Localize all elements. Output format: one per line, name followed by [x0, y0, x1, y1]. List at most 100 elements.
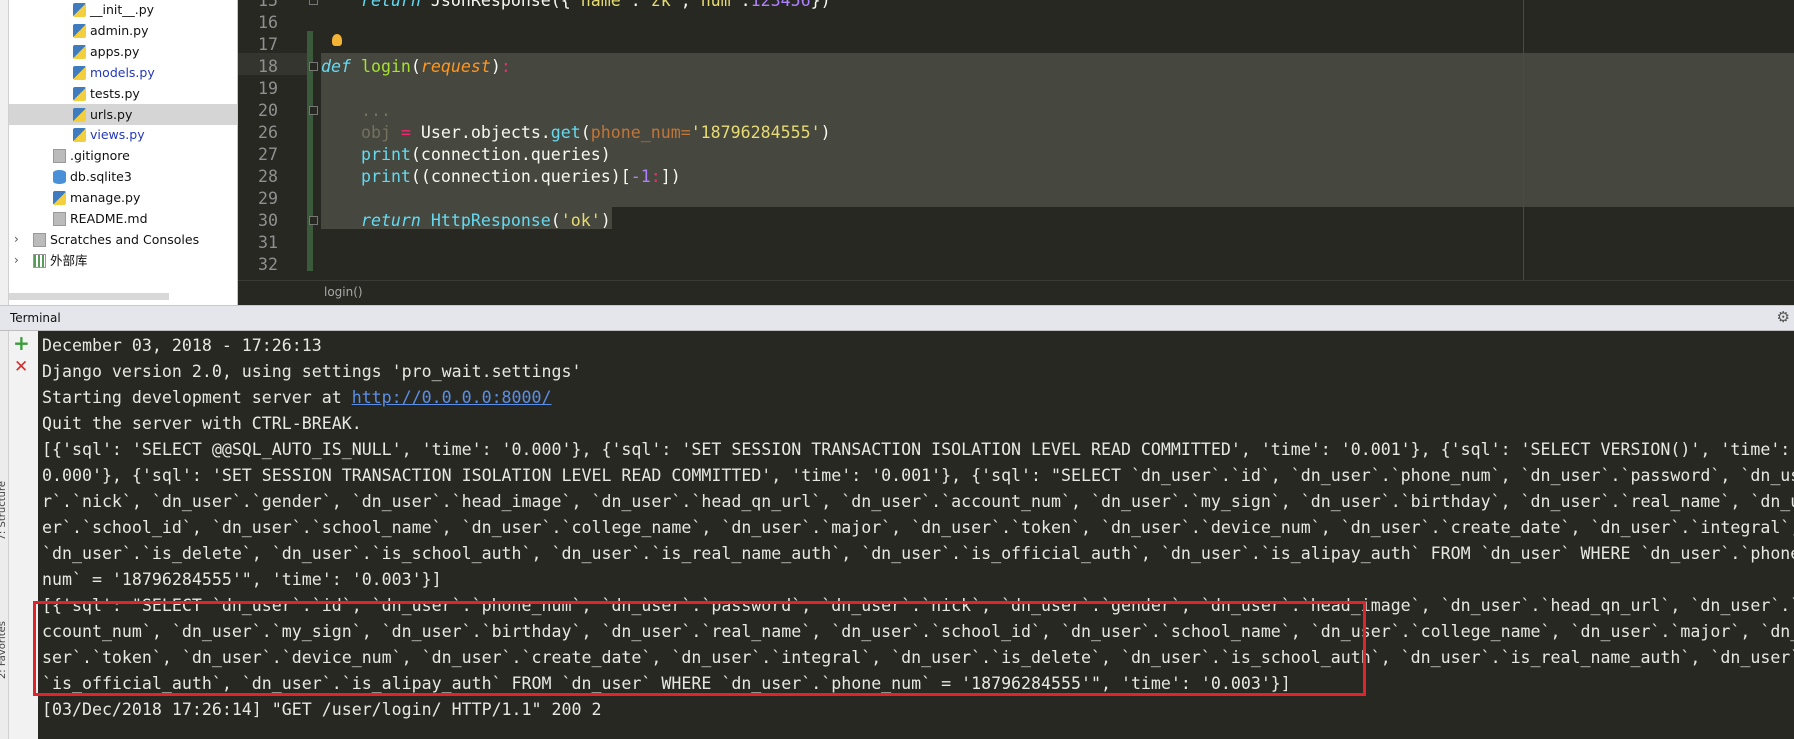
code-line[interactable]: 26 obj = User.objects.get(phone_num='187… [238, 122, 1794, 144]
code-token: request [420, 57, 491, 76]
code-token: ((connection.queries)[ [410, 167, 631, 186]
code-token: -1 [630, 167, 651, 186]
code-line[interactable]: 17 [238, 34, 1794, 56]
tree-item-label: urls.py [90, 106, 133, 122]
line-number: 20 [258, 101, 278, 120]
chevron-right-icon[interactable]: › [14, 250, 19, 271]
python-file-icon [73, 3, 86, 17]
terminal-line-text: er`.`school_id`, `dn_user`.`school_name`… [42, 518, 1794, 537]
scratches-icon [33, 232, 46, 247]
code-line[interactable]: 30 return HttpResponse('ok') [238, 210, 1794, 232]
terminal-line: [03/Dec/2018 17:26:14] "GET /user/login/… [42, 697, 601, 723]
code-token: HttpResponse [430, 211, 551, 230]
terminal-line-text: num` = '18796284555'", 'time': '0.003'}] [42, 570, 442, 589]
line-number: 27 [258, 145, 278, 164]
python-file-icon [53, 191, 66, 206]
tree-item[interactable]: › 外部库 [9, 250, 237, 271]
new-terminal-icon[interactable]: + [13, 331, 30, 355]
code-line[interactable]: 20 ... [238, 100, 1794, 122]
tree-item[interactable]: apps.py [9, 41, 237, 62]
code-token: 'ok' [560, 211, 601, 230]
fold-marker-icon[interactable] [309, 0, 318, 5]
fold-marker-icon[interactable] [309, 216, 318, 225]
code-line[interactable]: 16 [238, 12, 1794, 34]
terminal-header: Terminal ⚙ [0, 305, 1794, 331]
code-token: 'zk' [640, 0, 681, 10]
code-token: = [400, 123, 421, 142]
tool-window-strip [0, 0, 9, 305]
tree-item[interactable]: admin.py [9, 20, 237, 41]
line-number: 15 [258, 0, 278, 10]
tree-item-label: README.md [70, 211, 148, 226]
structure-tab[interactable]: 7: Structure [0, 481, 8, 540]
tree-item[interactable]: .gitignore [9, 145, 237, 166]
tree-item-label: admin.py [90, 22, 149, 38]
terminal-line-text: [{'sql': 'SELECT @@SQL_AUTO_IS_NULL', 't… [42, 440, 1794, 459]
gear-icon[interactable]: ⚙ [1777, 308, 1790, 326]
terminal-line: [{'sql': 'SELECT @@SQL_AUTO_IS_NULL', 't… [42, 437, 1794, 463]
terminal-line-text: [03/Dec/2018 17:26:14] "GET /user/login/… [42, 700, 602, 719]
tree-item[interactable]: tests.py [9, 83, 237, 104]
tree-item-label: __init__.py [90, 2, 155, 17]
breadcrumb-function[interactable]: login() [324, 285, 363, 299]
terminal-line-text: `dn_user`.`is_delete`, `dn_user`.`is_sch… [42, 544, 1794, 563]
tree-item[interactable]: urls.py [9, 103, 237, 125]
tree-horizontal-scrollbar[interactable] [9, 293, 169, 300]
tree-item-label: .gitignore [70, 148, 130, 164]
line-number: 28 [258, 167, 278, 186]
python-file-icon [73, 65, 86, 80]
code-token: }) [810, 0, 831, 10]
code-token: : [740, 0, 751, 10]
terminal-line: r`.`nick`, `dn_user`.`gender`, `dn_user`… [42, 489, 1794, 515]
python-file-icon [73, 128, 86, 143]
favorites-tab[interactable]: 2: Favorites [0, 621, 8, 679]
line-number: 16 [258, 13, 278, 32]
tree-item[interactable]: › Scratches and Consoles [9, 229, 237, 250]
code-line[interactable]: 31 [238, 232, 1794, 254]
code-token: 'num' [690, 0, 741, 10]
code-token: def [321, 57, 361, 76]
code-token: 'name' [570, 0, 631, 10]
code-token: ) [820, 123, 831, 142]
terminal-line-text: Quit the server with CTRL-BREAK. [42, 414, 362, 433]
code-line[interactable]: 32 [238, 254, 1794, 276]
code-token: get [550, 123, 581, 142]
tree-item[interactable]: views.py [9, 124, 237, 145]
code-editor[interactable]: 15 return JsonResponse({'name':'zk','num… [238, 0, 1794, 280]
line-number: 29 [258, 189, 278, 208]
code-token: : [650, 167, 661, 186]
code-token: ]) [660, 167, 681, 186]
server-link[interactable]: http://0.0.0.0:8000/ [352, 388, 552, 407]
code-line[interactable]: 29 [238, 188, 1794, 210]
code-token: '18796284555' [690, 123, 821, 142]
close-terminal-icon[interactable]: ✕ [14, 357, 28, 377]
tree-item-label: manage.py [70, 190, 141, 206]
fold-marker-icon[interactable] [309, 106, 318, 115]
line-number: 30 [258, 211, 278, 230]
editor-breadcrumb[interactable]: login() [238, 280, 1794, 305]
terminal-line: Quit the server with CTRL-BREAK. [42, 411, 362, 437]
python-file-icon [73, 107, 86, 122]
code-line[interactable]: 28 print((connection.queries)[-1:]) [238, 166, 1794, 188]
line-number: 18 [258, 57, 278, 76]
tree-item[interactable]: README.md [9, 208, 237, 229]
line-number: 19 [258, 79, 278, 98]
terminal-line: Starting development server at http://0.… [42, 385, 552, 411]
terminal-line: `dn_user`.`is_delete`, `dn_user`.`is_sch… [42, 541, 1794, 567]
code-line[interactable]: 19 [238, 78, 1794, 100]
code-line[interactable]: 27 print(connection.queries) [238, 144, 1794, 166]
tree-item[interactable]: manage.py [9, 187, 237, 208]
terminal-line-text: 0.000'}, {'sql': 'SET SESSION TRANSACTIO… [42, 466, 1794, 485]
tree-item[interactable]: db.sqlite3 [9, 166, 237, 187]
code-token: ... [321, 101, 391, 120]
tree-item[interactable]: __init__.py [9, 0, 237, 20]
code-line[interactable]: 18 def login(request): [238, 56, 1794, 78]
database-icon [53, 170, 66, 185]
code-token: obj [321, 123, 401, 142]
tree-item[interactable]: models.py [9, 62, 237, 83]
python-file-icon [73, 44, 86, 59]
fold-marker-icon[interactable] [309, 62, 318, 71]
code-line[interactable]: 15 return JsonResponse({'name':'zk','num… [238, 0, 1794, 12]
chevron-right-icon[interactable]: › [14, 229, 19, 250]
tree-item-label: 外部库 [50, 252, 88, 268]
